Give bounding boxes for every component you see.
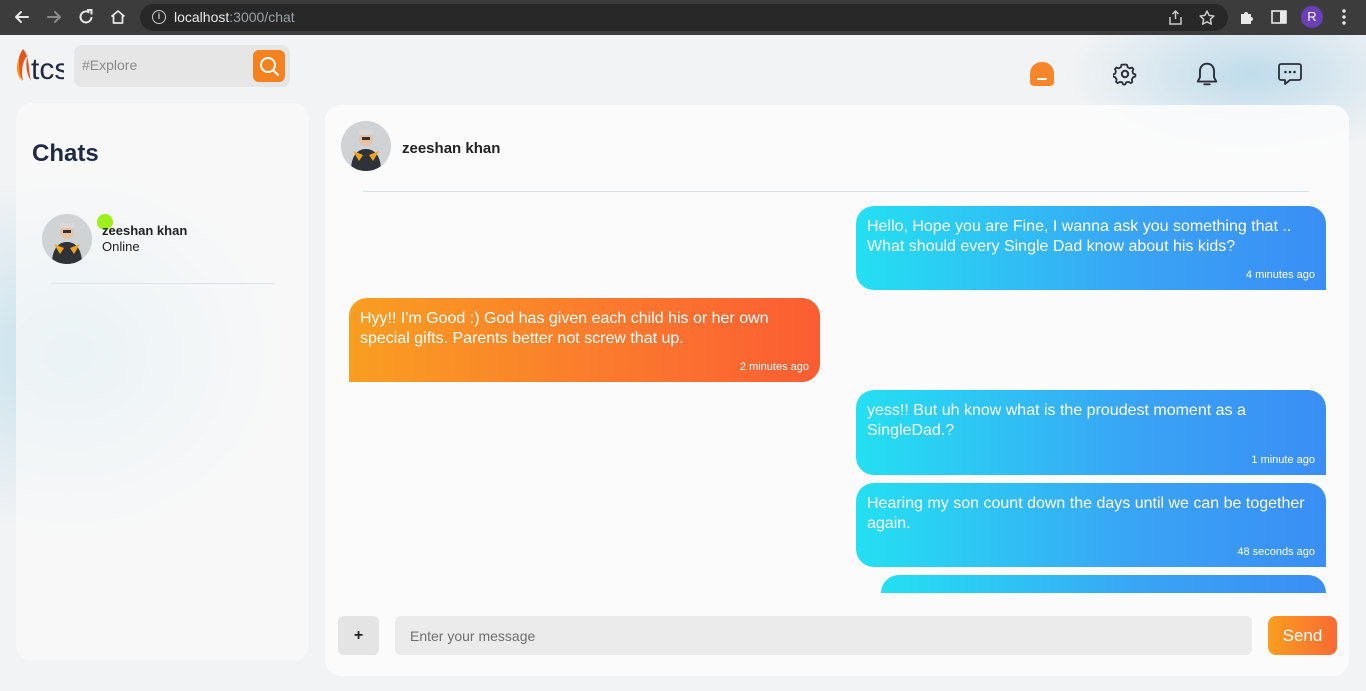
browser-toolbar: i localhost:3000/chat R [0,0,1366,35]
message-bubble: yess!! But uh know what is the proudest … [856,390,1326,475]
avatar [42,214,92,264]
contact-avatar [341,121,391,171]
message-time: 4 minutes ago [1245,269,1315,281]
bell-icon[interactable] [1193,60,1221,88]
search-icon [260,57,279,76]
chat-bubble-icon[interactable] [1276,60,1304,88]
back-arrow-icon[interactable] [12,7,32,27]
message-list: Hello, Hope you are Fine, I wanna ask yo… [325,198,1349,593]
side-panel-icon[interactable] [1270,8,1288,26]
home-blob-icon[interactable] [1028,60,1056,88]
message-text: yess!! But uh know what is the proudest … [867,402,1246,439]
message-bubble: Hearing my son count down the days until… [856,483,1326,567]
message-text: Hyy!! I'm Good :) God has given each chi… [360,310,769,347]
chat-contact-status: Online [102,239,140,254]
message-input[interactable] [395,616,1252,655]
message-bubble: Hello, Hope you are Fine, I wanna ask yo… [856,206,1326,290]
share-icon[interactable] [1167,9,1185,27]
url-text: localhost:3000/chat [174,9,295,25]
chat-list-item[interactable]: zeeshan khan Online [40,213,280,284]
search-button[interactable] [253,50,285,82]
divider [51,283,275,284]
svg-text:tcs: tcs [31,53,64,86]
message-bubble-partial [881,575,1326,593]
message-text: Hearing my son count down the days until… [867,495,1305,532]
search-input[interactable] [82,57,242,73]
chat-panel: zeeshan khan Hello, Hope you are Fine, I… [325,105,1349,676]
message-bubble: Hyy!! I'm Good :) God has given each chi… [349,298,820,382]
search-box [74,45,290,87]
chats-sidebar: Chats zeeshan khan Online [16,103,309,661]
address-bar[interactable]: i localhost:3000/chat [140,4,1228,31]
profile-avatar[interactable]: R [1301,6,1323,28]
puzzle-icon[interactable] [1238,8,1256,26]
message-text: Hello, Hope you are Fine, I wanna ask yo… [867,218,1292,255]
chats-title: Chats [32,140,99,167]
gear-icon[interactable] [1111,60,1139,88]
app-page: tcs Chats [0,35,1366,691]
message-time: 48 seconds ago [1237,546,1315,558]
home-icon[interactable] [108,7,128,27]
divider [363,191,1309,192]
tcs-logo[interactable]: tcs [14,45,69,87]
forward-arrow-icon[interactable] [44,7,64,27]
info-icon[interactable]: i [152,10,166,24]
message-time: 1 minute ago [1251,454,1315,466]
star-icon[interactable] [1198,9,1216,27]
send-button[interactable]: Send [1268,616,1337,655]
message-composer: + Send [325,593,1349,676]
contact-name: zeeshan khan [402,140,501,157]
message-time: 2 minutes ago [739,361,809,373]
kebab-menu-icon[interactable] [1336,8,1352,26]
chat-contact-name: zeeshan khan [102,223,188,238]
attach-button[interactable]: + [338,616,379,655]
reload-icon[interactable] [76,7,96,27]
